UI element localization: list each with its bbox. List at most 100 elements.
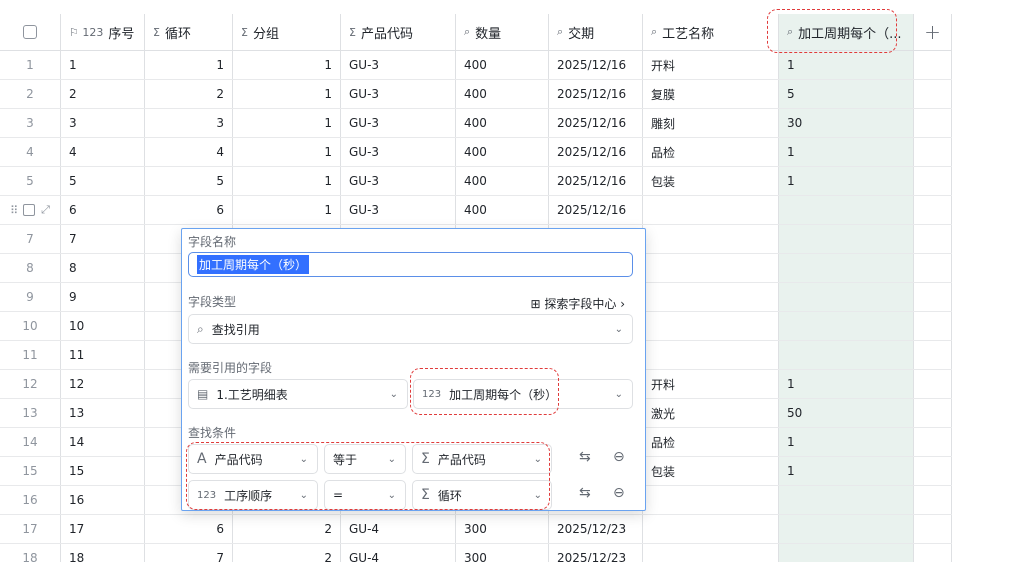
cell-group[interactable]: 1 (233, 167, 341, 195)
condition-value-select[interactable]: Σ 循环 ⌄ (412, 480, 552, 510)
cell-code[interactable]: GU-3 (341, 51, 456, 79)
cell-code[interactable]: GU-4 (341, 544, 456, 562)
cell-cycle[interactable]: 1 (779, 428, 914, 456)
checkbox-icon[interactable] (23, 25, 37, 39)
cell-qty[interactable]: 400 (456, 80, 549, 108)
cell-process[interactable] (643, 283, 779, 311)
row-tools[interactable]: ⠿ ⤢ (10, 203, 50, 217)
cell-process[interactable]: 复膜 (643, 80, 779, 108)
cell-process[interactable] (643, 312, 779, 340)
cell-idx[interactable]: 16 (0, 486, 61, 514)
cell-date[interactable]: 2025/12/16 (549, 196, 643, 224)
column-header-loop[interactable]: Σ 循环 (145, 14, 233, 50)
cell-seq[interactable]: 10 (61, 312, 145, 340)
cell-cycle[interactable]: 50 (779, 399, 914, 427)
cell-seq[interactable]: 3 (61, 109, 145, 137)
field-type-select[interactable]: ⌕ 查找引用 ⌄ (188, 314, 633, 344)
cell-cycle[interactable]: 1 (779, 370, 914, 398)
cell-seq[interactable]: 4 (61, 138, 145, 166)
cell-process[interactable]: 包装 (643, 457, 779, 485)
cell-idx[interactable]: 4 (0, 138, 61, 166)
cell-seq[interactable]: 2 (61, 80, 145, 108)
cell-seq[interactable]: 14 (61, 428, 145, 456)
cell-seq[interactable]: 5 (61, 167, 145, 195)
cell-seq[interactable]: 7 (61, 225, 145, 253)
cell-cycle[interactable]: 1 (779, 457, 914, 485)
cell-cycle[interactable] (779, 254, 914, 282)
cell-seq[interactable]: 9 (61, 283, 145, 311)
cell-cycle[interactable]: 5 (779, 80, 914, 108)
cell-qty[interactable]: 400 (456, 167, 549, 195)
cell-date[interactable]: 2025/12/23 (549, 515, 643, 543)
cell-process[interactable]: 包装 (643, 167, 779, 195)
cell-process[interactable]: 激光 (643, 399, 779, 427)
column-header-cycle[interactable]: ⌕ 加工周期每个（... (779, 14, 914, 50)
cell-seq[interactable]: 13 (61, 399, 145, 427)
column-header-process[interactable]: ⌕ 工艺名称 (643, 14, 779, 50)
cell-loop[interactable]: 7 (145, 544, 233, 562)
cell-idx[interactable]: 11 (0, 341, 61, 369)
cell-seq[interactable]: 18 (61, 544, 145, 562)
cell-seq[interactable]: 1 (61, 51, 145, 79)
cell-code[interactable]: GU-3 (341, 138, 456, 166)
expand-row-icon[interactable]: ⤢ (41, 203, 50, 217)
table-row[interactable]: 4 4 4 1 GU-3 400 2025/12/16 品检 1 (0, 138, 952, 167)
cell-cycle[interactable]: 1 (779, 51, 914, 79)
ref-table-select[interactable]: ▤ 1.工艺明细表 ⌄ (188, 379, 408, 409)
cell-date[interactable]: 2025/12/16 (549, 51, 643, 79)
cell-process[interactable]: 开料 (643, 370, 779, 398)
cell-cycle[interactable] (779, 515, 914, 543)
cell-process[interactable] (643, 486, 779, 514)
cell-process[interactable] (643, 254, 779, 282)
condition-operator-select[interactable]: = ⌄ (324, 480, 406, 510)
cell-seq[interactable]: 6 (61, 196, 145, 224)
cell-qty[interactable]: 400 (456, 138, 549, 166)
table-row[interactable]: ⠿ ⤢ 6 6 1 GU-3 400 2025/12/16 (0, 196, 952, 225)
table-row[interactable]: 5 5 5 1 GU-3 400 2025/12/16 包装 1 (0, 167, 952, 196)
cell-idx[interactable]: 17 (0, 515, 61, 543)
cell-cycle[interactable]: 1 (779, 167, 914, 195)
table-row[interactable]: 2 2 2 1 GU-3 400 2025/12/16 复膜 5 (0, 80, 952, 109)
cell-code[interactable]: GU-3 (341, 109, 456, 137)
condition-field-select[interactable]: A 产品代码 ⌄ (188, 444, 318, 474)
cell-seq[interactable]: 12 (61, 370, 145, 398)
cell-seq[interactable]: 8 (61, 254, 145, 282)
cell-date[interactable]: 2025/12/16 (549, 80, 643, 108)
cell-process[interactable]: 雕刻 (643, 109, 779, 137)
cell-group[interactable]: 2 (233, 544, 341, 562)
cell-loop[interactable]: 4 (145, 138, 233, 166)
ref-field-select[interactable]: 123 加工周期每个（秒） ⌄ (413, 379, 633, 409)
cell-code[interactable]: GU-3 (341, 167, 456, 195)
column-header-date[interactable]: ⌕ 交期 (549, 14, 643, 50)
cell-loop[interactable]: 6 (145, 196, 233, 224)
cell-idx[interactable]: 5 (0, 167, 61, 195)
cell-qty[interactable]: 400 (456, 109, 549, 137)
cell-idx[interactable]: 3 (0, 109, 61, 137)
cell-idx[interactable]: 12 (0, 370, 61, 398)
cell-date[interactable]: 2025/12/23 (549, 544, 643, 562)
cell-loop[interactable]: 6 (145, 515, 233, 543)
table-row[interactable]: 17 17 6 2 GU-4 300 2025/12/23 (0, 515, 952, 544)
table-row[interactable]: 1 1 1 1 GU-3 400 2025/12/16 开料 1 (0, 51, 952, 80)
cell-date[interactable]: 2025/12/16 (549, 109, 643, 137)
cell-cycle[interactable] (779, 544, 914, 562)
field-name-input[interactable]: 加工周期每个（秒） (188, 252, 633, 277)
cell-cycle[interactable] (779, 341, 914, 369)
cell-group[interactable]: 1 (233, 138, 341, 166)
cell-cycle[interactable]: 30 (779, 109, 914, 137)
cell-idx[interactable]: 8 (0, 254, 61, 282)
explore-field-center-link[interactable]: ⊞ 探索字段中心 › (530, 295, 625, 312)
cell-seq[interactable]: 17 (61, 515, 145, 543)
cell-code[interactable]: GU-4 (341, 515, 456, 543)
cell-idx[interactable]: 9 (0, 283, 61, 311)
cell-group[interactable]: 1 (233, 196, 341, 224)
cell-code[interactable]: GU-3 (341, 80, 456, 108)
condition-operator-select[interactable]: 等于 ⌄ (324, 444, 406, 474)
condition-field-select[interactable]: 123 工序顺序 ⌄ (188, 480, 318, 510)
swap-icon[interactable]: ⇆ (579, 485, 591, 501)
cell-qty[interactable]: 300 (456, 544, 549, 562)
cell-group[interactable]: 1 (233, 80, 341, 108)
cell-group[interactable]: 1 (233, 109, 341, 137)
cell-process[interactable] (643, 544, 779, 562)
cell-code[interactable]: GU-3 (341, 196, 456, 224)
